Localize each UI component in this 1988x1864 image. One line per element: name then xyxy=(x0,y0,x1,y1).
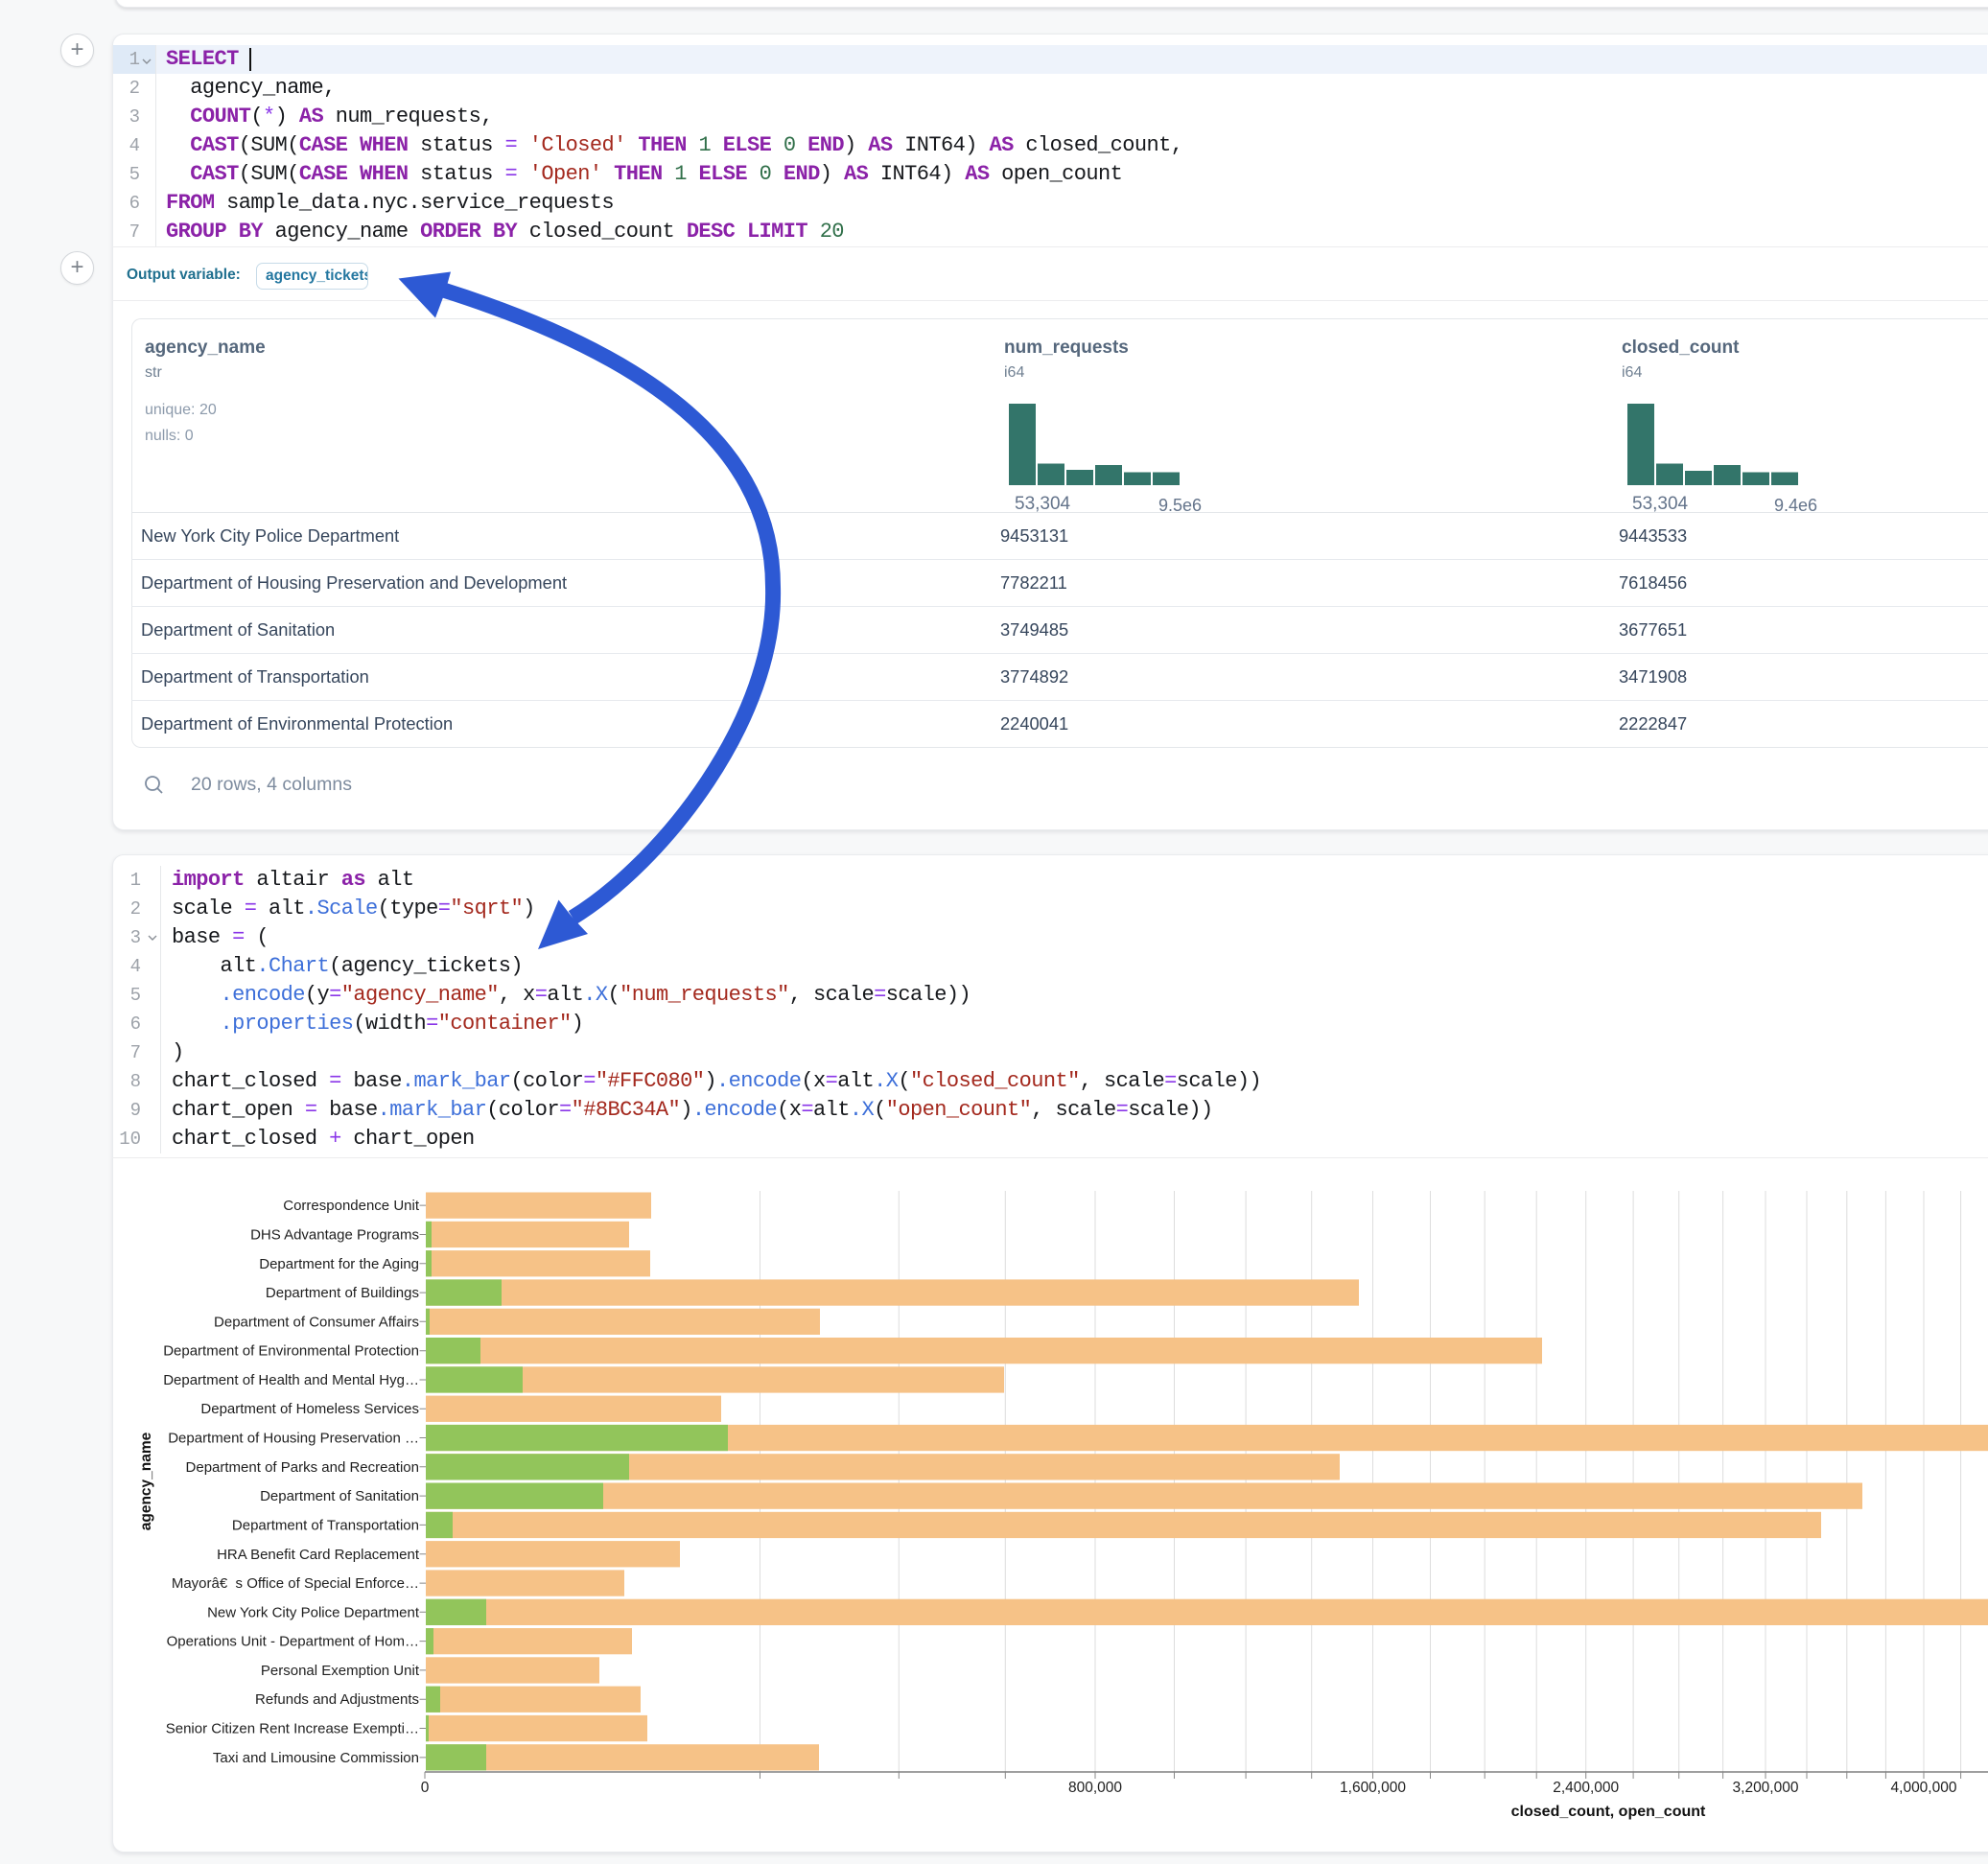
svg-text:800,000: 800,000 xyxy=(1068,1780,1122,1796)
svg-text:Department of Sanitation: Department of Sanitation xyxy=(260,1488,419,1504)
svg-text:HRA Benefit Card Replacement: HRA Benefit Card Replacement xyxy=(217,1547,420,1563)
svg-text:Personal Exemption Unit: Personal Exemption Unit xyxy=(261,1663,420,1679)
svg-text:0: 0 xyxy=(421,1780,430,1796)
svg-text:4,000,000: 4,000,000 xyxy=(1891,1780,1957,1796)
svg-text:Senior Citizen Rent Increase E: Senior Citizen Rent Increase Exempti… xyxy=(166,1721,419,1737)
svg-text:Department of Housing Preserva: Department of Housing Preservation … xyxy=(168,1431,419,1447)
svg-text:Mayorâ€ s Office of Special E: Mayorâ€ s Office of Special Enforce… xyxy=(172,1575,419,1592)
svg-text:Department of Environmental Pr: Department of Environmental Protection xyxy=(163,1343,419,1360)
svg-text:3,200,000: 3,200,000 xyxy=(1733,1780,1799,1796)
svg-text:Department of Health and Menta: Department of Health and Mental Hyg… xyxy=(163,1372,419,1388)
svg-text:Department of Transportation: Department of Transportation xyxy=(232,1517,419,1533)
svg-text:2,400,000: 2,400,000 xyxy=(1553,1780,1619,1796)
svg-text:Operations Unit - Department o: Operations Unit - Department of Hom… xyxy=(167,1634,419,1650)
svg-text:DHS Advantage Programs: DHS Advantage Programs xyxy=(250,1227,419,1244)
svg-text:New York City Police Departmen: New York City Police Department xyxy=(207,1604,420,1620)
svg-text:agency_name: agency_name xyxy=(138,1432,154,1530)
svg-text:1,600,000: 1,600,000 xyxy=(1340,1780,1406,1796)
svg-text:Taxi and Limousine Commission: Taxi and Limousine Commission xyxy=(213,1750,419,1766)
svg-text:Department of Parks and Recrea: Department of Parks and Recreation xyxy=(186,1459,419,1476)
svg-text:Department for the Aging: Department for the Aging xyxy=(259,1256,419,1272)
svg-text:closed_count, open_count: closed_count, open_count xyxy=(1511,1804,1706,1820)
svg-text:Department of Consumer Affairs: Department of Consumer Affairs xyxy=(214,1314,419,1330)
svg-text:Department of Homeless Service: Department of Homeless Services xyxy=(200,1401,419,1417)
svg-text:Refunds and Adjustments: Refunds and Adjustments xyxy=(255,1691,419,1708)
svg-text:Correspondence Unit: Correspondence Unit xyxy=(283,1198,420,1214)
svg-text:Department of Buildings: Department of Buildings xyxy=(266,1285,419,1301)
